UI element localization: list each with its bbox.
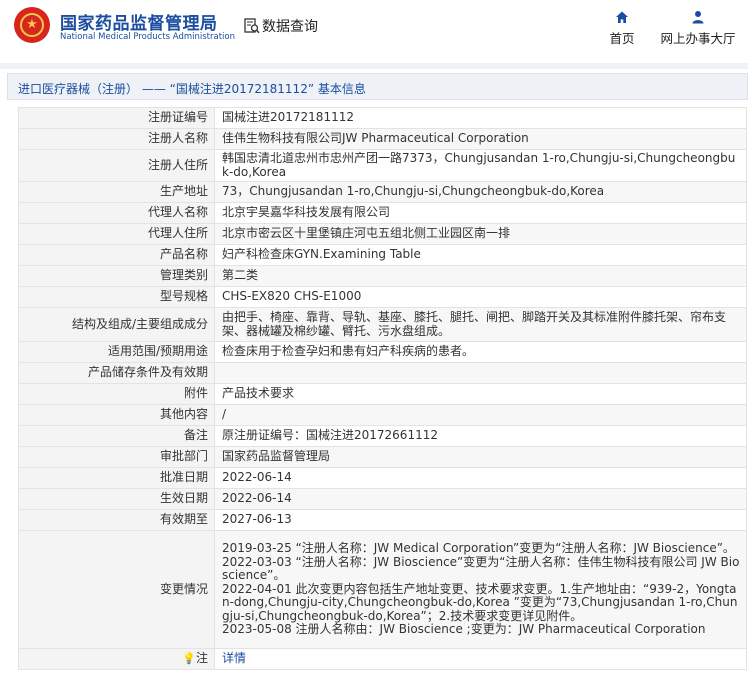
table-row: 代理人住所 北京市密云区十里堡镇庄河屯五组北侧工业园区南一排: [18, 223, 747, 245]
row-label: 结构及组成/主要组成成分: [18, 307, 215, 342]
row-label: 注册人名称: [18, 128, 215, 150]
table-row: 注册证编号 国械注进20172181112: [18, 107, 747, 129]
row-value: 北京市密云区十里堡镇庄河屯五组北侧工业园区南一排: [214, 223, 747, 245]
detail-title: 进口医疗器械（注册） —— “国械注进20172181112” 基本信息: [18, 82, 366, 96]
star-icon: ★: [26, 17, 38, 32]
row-value: CHS-EX820 CHS-E1000: [214, 286, 747, 308]
row-value: 佳伟生物科技有限公司JW Pharmaceutical Corporation: [214, 128, 747, 150]
row-value: 73，Chungjusandan 1-ro,Chungju-si,Chungch…: [214, 181, 747, 203]
row-label: 型号规格: [18, 286, 215, 308]
row-label: 代理人住所: [18, 223, 215, 245]
row-value: 北京宇昊嘉华科技发展有限公司: [214, 202, 747, 224]
row-label: 管理类别: [18, 265, 215, 287]
site-name-en: National Medical Products Administration: [60, 32, 235, 42]
table-row: 型号规格 CHS-EX820 CHS-E1000: [18, 286, 747, 308]
table-row: 产品名称 妇产科检查床GYN.Examining Table: [18, 244, 747, 266]
lightbulb-icon: 💡: [182, 652, 196, 666]
row-label: 产品名称: [18, 244, 215, 266]
row-value: 妇产科检查床GYN.Examining Table: [214, 244, 747, 266]
row-label: 有效期至: [18, 509, 215, 531]
table-row: 注册人住所 韩国忠清北道忠州市忠州产团一路7373，Chungjusandan 1…: [18, 149, 747, 182]
note-label: 注: [195, 651, 208, 666]
row-label: 其他内容: [18, 404, 215, 426]
table-row: 有效期至 2027-06-13: [18, 509, 747, 531]
table-row: 生产地址 73，Chungjusandan 1-ro,Chungju-si,Chu…: [18, 181, 747, 203]
row-value: 2027-06-13: [214, 509, 747, 531]
row-label: 生效日期: [18, 488, 215, 510]
table-row: 适用范围/预期用途 检查床用于检查孕妇和患有妇产科疾病的患者。: [18, 341, 747, 363]
row-label: 注册证编号: [18, 107, 215, 129]
row-value: 原注册证编号：国械注进20172661112: [214, 425, 747, 447]
table-row: 审批部门 国家药品监督管理局: [18, 446, 747, 468]
table-row: 其他内容 /: [18, 404, 747, 426]
row-value: /: [214, 404, 747, 426]
row-value: 由把手、椅座、靠背、导轨、基座、膝托、腿托、闸把、脚踏开关及其标准附件膝托架、帘…: [214, 307, 747, 342]
site-header: ★ 国家药品监督管理局 National Medical Products Ad…: [0, 0, 748, 60]
row-label: 生产地址: [18, 181, 215, 203]
device-info-table: 注册证编号 国械注进20172181112 注册人名称 佳伟生物科技有限公司JW Ph…: [18, 107, 747, 670]
row-value: 检查床用于检查孕妇和患有妇产科疾病的患者。: [214, 341, 747, 363]
table-row-note: 💡注 详情: [18, 648, 747, 670]
nav-hall-label: 网上办事大厅: [660, 31, 736, 46]
row-value: 2022-06-14: [214, 488, 747, 510]
table-row: 管理类别 第二类: [18, 265, 747, 287]
table-row: 附件 产品技术要求: [18, 383, 747, 405]
note-value-cell: 详情: [214, 648, 747, 670]
row-value: [214, 362, 747, 384]
table-row: 生效日期 2022-06-14: [18, 488, 747, 510]
details-link[interactable]: 详情: [222, 651, 246, 666]
row-value: 产品技术要求: [214, 383, 747, 405]
row-label: 审批部门: [18, 446, 215, 468]
row-label: 附件: [18, 383, 215, 405]
nav-online-hall[interactable]: 网上办事大厅: [656, 10, 740, 47]
row-value: 2019-03-25 “注册人名称：JW Medical Corporation…: [214, 530, 747, 649]
table-row: 产品储存条件及有效期: [18, 362, 747, 384]
table-row: 结构及组成/主要组成成分 由把手、椅座、靠背、导轨、基座、膝托、腿托、闸把、脚踏开…: [18, 307, 747, 342]
home-icon: [616, 11, 628, 23]
row-value: 2022-06-14: [214, 467, 747, 489]
detail-title-bar: 进口医疗器械（注册） —— “国械注进20172181112” 基本信息: [7, 73, 748, 100]
site-name-cn[interactable]: 国家药品监督管理局: [60, 9, 218, 34]
row-value: 国械注进20172181112: [214, 107, 747, 129]
data-query-link[interactable]: 数据查询: [244, 16, 318, 36]
row-value: 韩国忠清北道忠州市忠州产团一路7373，Chungjusandan 1-ro,C…: [214, 149, 747, 182]
table-row: 变更情况 2019-03-25 “注册人名称：JW Medical Corpora…: [18, 530, 747, 649]
table-row: 注册人名称 佳伟生物科技有限公司JW Pharmaceutical Corpora…: [18, 128, 747, 150]
national-emblem-logo[interactable]: ★: [14, 7, 50, 43]
table-row: 批准日期 2022-06-14: [18, 467, 747, 489]
row-label: 变更情况: [18, 530, 215, 649]
nav-home[interactable]: 首页: [602, 10, 642, 47]
table-row: 代理人名称 北京宇昊嘉华科技发展有限公司: [18, 202, 747, 224]
row-value: 第二类: [214, 265, 747, 287]
nav-home-label: 首页: [609, 31, 635, 46]
note-label-cell: 💡注: [18, 648, 215, 670]
emblem-ring: ★: [20, 13, 44, 37]
table-row: 备注 原注册证编号：国械注进20172661112: [18, 425, 747, 447]
user-icon: [692, 11, 704, 24]
row-label: 适用范围/预期用途: [18, 341, 215, 363]
data-query-label: 数据查询: [262, 19, 318, 35]
row-value: 国家药品监督管理局: [214, 446, 747, 468]
row-label: 代理人名称: [18, 202, 215, 224]
row-label: 注册人住所: [18, 149, 215, 182]
header-divider: [0, 63, 748, 69]
row-label: 批准日期: [18, 467, 215, 489]
row-label: 产品储存条件及有效期: [18, 362, 215, 384]
data-search-icon: [244, 18, 260, 34]
row-label: 备注: [18, 425, 215, 447]
